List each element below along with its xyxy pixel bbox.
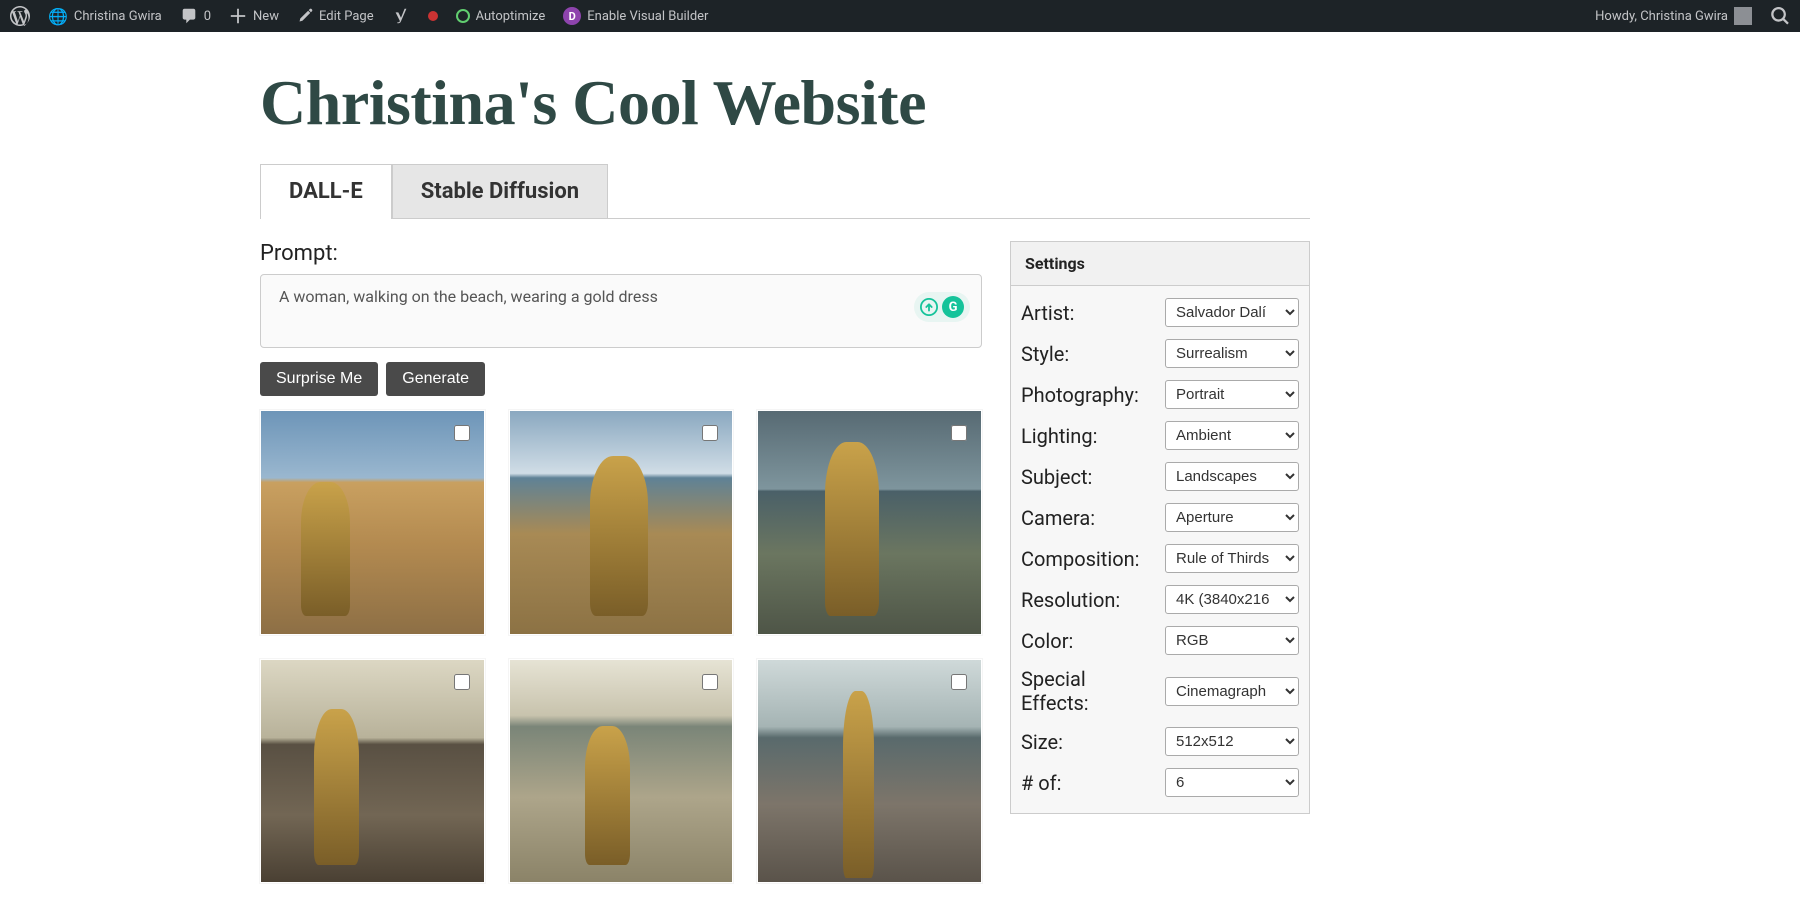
- composition-label: Composition:: [1021, 547, 1165, 571]
- subject-select[interactable]: Landscapes: [1165, 462, 1299, 491]
- dashboard-icon: 🌐: [48, 7, 68, 26]
- size-select[interactable]: 512x512: [1165, 727, 1299, 756]
- tab-stable-diffusion[interactable]: Stable Diffusion: [392, 164, 608, 218]
- result-checkbox[interactable]: [454, 425, 470, 441]
- autoptimize-label: Autoptimize: [476, 9, 546, 24]
- settings-header: Settings: [1011, 242, 1309, 286]
- wp-logo-icon[interactable]: [10, 6, 30, 26]
- tab-dalle[interactable]: DALL-E: [260, 164, 392, 218]
- subject-label: Subject:: [1021, 465, 1165, 489]
- comments-link[interactable]: 0: [180, 7, 211, 25]
- site-name: Christina Gwira: [74, 9, 162, 24]
- comment-icon: [180, 7, 198, 25]
- result-checkbox[interactable]: [454, 674, 470, 690]
- enable-vb-label: Enable Visual Builder: [587, 9, 708, 24]
- result-checkbox[interactable]: [951, 674, 967, 690]
- avatar-icon: [1734, 7, 1752, 25]
- edit-page-label: Edit Page: [319, 9, 374, 24]
- pencil-icon: [297, 8, 313, 24]
- resolution-select[interactable]: 4K (3840x216: [1165, 585, 1299, 614]
- camera-select[interactable]: Aperture: [1165, 503, 1299, 532]
- divi-icon: D: [563, 7, 581, 25]
- prompt-label: Prompt:: [260, 241, 982, 266]
- new-content-link[interactable]: New: [229, 7, 279, 25]
- numof-select[interactable]: 6: [1165, 768, 1299, 797]
- plus-icon: [229, 7, 247, 25]
- result-thumb[interactable]: [509, 659, 734, 884]
- artist-label: Artist:: [1021, 301, 1165, 325]
- yoast-icon[interactable]: [392, 7, 410, 25]
- lighting-select[interactable]: Ambient: [1165, 421, 1299, 450]
- composition-select[interactable]: Rule of Thirds: [1165, 544, 1299, 573]
- results-grid: [260, 410, 982, 883]
- photography-select[interactable]: Portrait: [1165, 380, 1299, 409]
- lighting-label: Lighting:: [1021, 424, 1165, 448]
- camera-label: Camera:: [1021, 506, 1165, 530]
- result-thumb[interactable]: [757, 659, 982, 884]
- style-select[interactable]: Surrealism: [1165, 339, 1299, 368]
- divi-link[interactable]: D Enable Visual Builder: [563, 7, 708, 25]
- new-label: New: [253, 9, 279, 24]
- size-label: Size:: [1021, 730, 1165, 754]
- record-icon[interactable]: [428, 11, 438, 21]
- search-button[interactable]: [1770, 6, 1790, 26]
- grammarly-up-icon: [920, 298, 938, 316]
- color-label: Color:: [1021, 629, 1165, 653]
- surprise-me-button[interactable]: Surprise Me: [260, 362, 378, 396]
- result-thumb[interactable]: [757, 410, 982, 635]
- result-checkbox[interactable]: [702, 425, 718, 441]
- result-checkbox[interactable]: [702, 674, 718, 690]
- resolution-label: Resolution:: [1021, 588, 1165, 612]
- result-checkbox[interactable]: [951, 425, 967, 441]
- result-thumb[interactable]: [260, 410, 485, 635]
- edit-page-link[interactable]: Edit Page: [297, 8, 374, 24]
- autoptimize-link[interactable]: Autoptimize: [456, 9, 546, 24]
- sfx-select[interactable]: Cinemagraph: [1165, 677, 1299, 706]
- style-label: Style:: [1021, 342, 1165, 366]
- numof-label: # of:: [1021, 771, 1165, 795]
- wp-admin-bar: 🌐 Christina Gwira 0 New Edit Page: [0, 0, 1800, 32]
- color-select[interactable]: RGB: [1165, 626, 1299, 655]
- settings-panel: Settings Artist:Salvador Dalí Style:Surr…: [1010, 241, 1310, 814]
- sfx-label: Special Effects:: [1021, 667, 1165, 715]
- generator-tabs: DALL-E Stable Diffusion: [260, 164, 1310, 219]
- howdy-text: Howdy, Christina Gwira: [1595, 9, 1728, 24]
- autoptimize-icon: [456, 9, 470, 23]
- generate-button[interactable]: Generate: [386, 362, 485, 396]
- my-account-link[interactable]: Howdy, Christina Gwira: [1595, 7, 1752, 25]
- photography-label: Photography:: [1021, 383, 1165, 407]
- result-thumb[interactable]: [260, 659, 485, 884]
- grammarly-widget[interactable]: G: [914, 292, 970, 322]
- page-title: Christina's Cool Website: [260, 66, 1310, 140]
- comment-count: 0: [204, 9, 211, 24]
- prompt-input[interactable]: [260, 274, 982, 348]
- result-thumb[interactable]: [509, 410, 734, 635]
- artist-select[interactable]: Salvador Dalí: [1165, 298, 1299, 327]
- grammarly-icon: G: [942, 296, 964, 318]
- site-name-link[interactable]: 🌐 Christina Gwira: [48, 7, 162, 26]
